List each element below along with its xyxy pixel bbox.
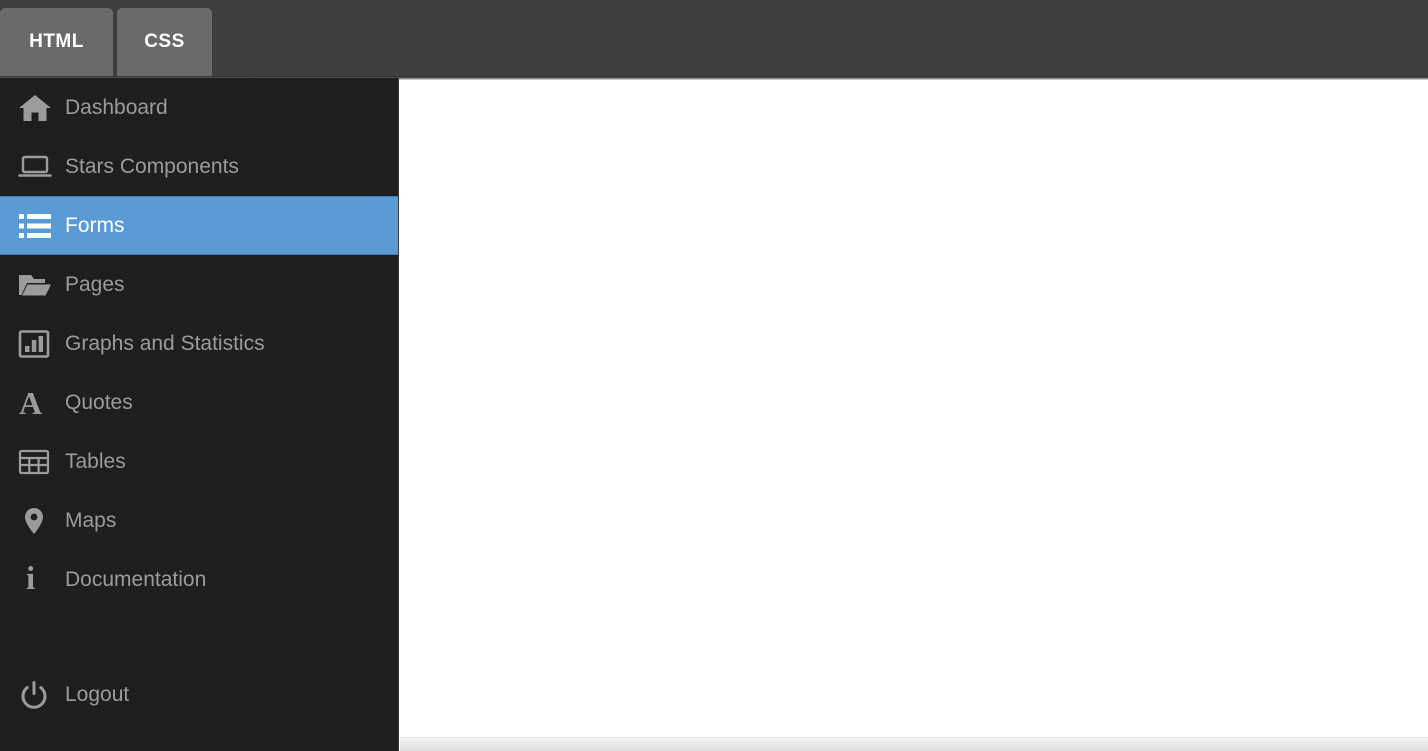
sidebar-item-label: Pages <box>65 273 125 296</box>
sidebar-item-label: Graphs and Statistics <box>65 332 265 355</box>
sidebar-item-forms[interactable]: Forms <box>0 196 398 255</box>
tab-css[interactable]: CSS <box>117 8 212 76</box>
horizontal-scrollbar[interactable] <box>400 737 1428 751</box>
folder-open-icon <box>0 271 65 299</box>
sidebar-item-graphs-and-statistics[interactable]: Graphs and Statistics <box>0 314 398 373</box>
typography-icon: A <box>0 387 65 419</box>
laptop-icon <box>0 153 65 181</box>
power-icon <box>0 680 65 710</box>
home-icon <box>0 93 65 123</box>
sidebar-item-label: Documentation <box>65 568 207 591</box>
sidebar-nav-list: Dashboard Stars Components Forms Pages G… <box>0 78 398 724</box>
sidebar-item-label: Forms <box>65 214 125 237</box>
tab-html[interactable]: HTML <box>0 8 113 76</box>
sidebar-item-label: Dashboard <box>65 96 168 119</box>
list-icon <box>0 212 65 240</box>
sidebar-item-tables[interactable]: Tables <box>0 432 398 491</box>
main-content <box>400 80 1428 737</box>
sidebar-item-stars-components[interactable]: Stars Components <box>0 137 398 196</box>
sidebar: Dashboard Stars Components Forms Pages G… <box>0 78 399 751</box>
sidebar-item-logout[interactable]: Logout <box>0 665 398 724</box>
info-icon: i <box>0 563 65 596</box>
table-icon <box>0 448 65 476</box>
sidebar-item-pages[interactable]: Pages <box>0 255 398 314</box>
sidebar-item-label: Quotes <box>65 391 133 414</box>
app-root: HTML CSS Dashboard Stars Components Form… <box>0 0 1428 751</box>
map-pin-icon <box>0 506 65 536</box>
sidebar-item-quotes[interactable]: A Quotes <box>0 373 398 432</box>
sidebar-item-label: Logout <box>65 683 130 706</box>
sidebar-item-label: Stars Components <box>65 155 239 178</box>
sidebar-item-label: Maps <box>65 509 117 532</box>
sidebar-item-label: Tables <box>65 450 126 473</box>
sidebar-item-documentation[interactable]: i Documentation <box>0 550 398 609</box>
tabstrip: HTML CSS <box>0 4 212 76</box>
bar-chart-icon <box>0 329 65 359</box>
info-glyph: i <box>26 561 36 597</box>
typography-glyph: A <box>19 384 43 421</box>
topbar: HTML CSS <box>0 0 1428 76</box>
sidebar-item-maps[interactable]: Maps <box>0 491 398 550</box>
sidebar-item-dashboard[interactable]: Dashboard <box>0 78 398 137</box>
